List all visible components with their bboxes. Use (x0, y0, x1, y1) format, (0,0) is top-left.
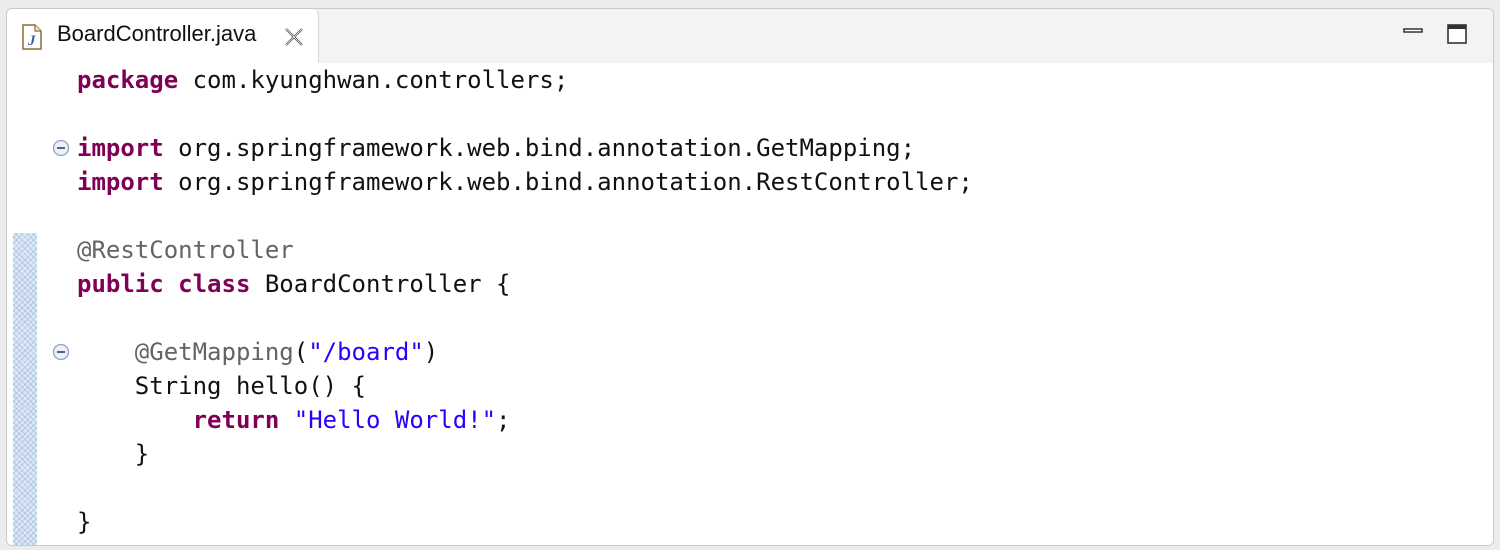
annotation-getmapping: @GetMapping (134, 338, 294, 366)
import-path: org.springframework.web.bind.annotation.… (163, 168, 973, 196)
import-path: org.springframework.web.bind.annotation.… (163, 134, 916, 162)
editor-tab-bar: J BoardController.java (7, 9, 1493, 63)
code-line-class-declaration: public class BoardController { (77, 267, 511, 301)
code-line-method-close: } (77, 437, 149, 471)
keyword-class: class (178, 270, 251, 298)
code-line-class-close: } (77, 505, 91, 539)
svg-text:J: J (27, 33, 36, 49)
keyword-import: import (77, 168, 164, 196)
java-editor-window: J BoardController.java package com.kyung… (6, 8, 1494, 546)
code-line-getmapping-annotation: @GetMapping("/board") (134, 338, 439, 366)
string-literal-hello: "Hello World!" (293, 406, 497, 434)
keyword-return: return (192, 406, 280, 434)
tab-title: BoardController.java (57, 21, 257, 46)
string-literal-path: "/board" (308, 338, 424, 366)
code-editor-area[interactable]: package com.kyunghwan.controllers; impor… (7, 63, 1493, 545)
closing-brace: } (77, 508, 92, 536)
change-ruler-marker (13, 407, 37, 545)
code-line-package: package com.kyunghwan.controllers; (77, 63, 568, 97)
annotation-restcontroller: @RestController (77, 236, 294, 264)
change-ruler-marker (13, 233, 37, 407)
collapse-imports-icon[interactable] (52, 139, 70, 157)
java-file-icon: J (22, 24, 42, 50)
code-line-restcontroller-annotation: @RestController (77, 233, 294, 267)
keyword-package: package (77, 66, 179, 94)
keyword-public: public (77, 270, 164, 298)
code-line-method-signature: String hello() { (77, 369, 366, 403)
code-line-import-getmapping: import org.springframework.web.bind.anno… (77, 131, 915, 165)
method-signature: String hello() { (77, 372, 366, 400)
minimize-icon[interactable] (1402, 23, 1424, 45)
keyword-import: import (77, 134, 164, 162)
package-name: com.kyunghwan.controllers; (178, 66, 569, 94)
collapse-method-icon[interactable] (52, 343, 70, 361)
tab-boardcontroller-java[interactable]: J BoardController.java (7, 9, 319, 63)
class-name: BoardController { (250, 270, 511, 298)
code-line-return-statement: return "Hello World!"; (192, 406, 511, 434)
closing-brace: } (77, 440, 150, 468)
maximize-icon[interactable] (1446, 23, 1468, 45)
close-x-icon[interactable] (283, 26, 305, 48)
code-line-import-restcontroller: import org.springframework.web.bind.anno… (77, 165, 973, 199)
